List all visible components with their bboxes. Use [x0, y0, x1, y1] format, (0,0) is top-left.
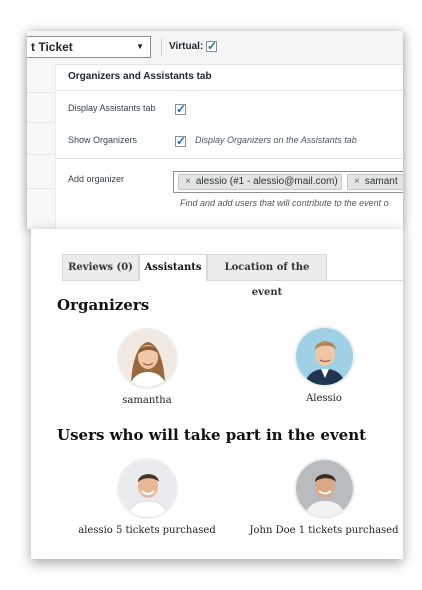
divider — [55, 158, 403, 159]
add-organizer-help: Find and add users that will contribute … — [180, 198, 389, 208]
tab-location[interactable]: Location of the event — [207, 254, 327, 298]
product-type-value: t Ticket — [31, 40, 73, 54]
display-assistants-checkbox[interactable]: ✓ — [175, 102, 187, 116]
virtual-checkbox[interactable]: ✓ — [206, 39, 218, 53]
participant-name: John Doe 1 tickets purchased — [249, 525, 399, 536]
tab-assistants[interactable]: Assistants — [139, 254, 207, 281]
product-data-header: t Ticket ▼ Virtual: ✓ — [27, 31, 403, 65]
product-type-select[interactable]: t Ticket ▼ — [27, 36, 151, 58]
add-organizer-label: Add organizer — [68, 174, 125, 184]
participants-heading: Users who will take part in the event — [57, 426, 367, 444]
participant-name: alessio 5 tickets purchased — [78, 525, 216, 536]
add-organizer-input[interactable]: × alessio (#1 - alessio@mail.com) × samant — [173, 171, 403, 193]
chevron-down-icon: ▼ — [136, 42, 144, 51]
remove-tag-icon[interactable]: × — [185, 176, 191, 187]
tab-reviews[interactable]: Reviews (0) — [62, 254, 139, 281]
organizer-name: Alessio — [306, 393, 342, 404]
remove-tag-icon[interactable]: × — [354, 176, 360, 187]
checkmark-icon: ✓ — [176, 134, 187, 148]
display-assistants-label: Display Assistants tab — [68, 103, 156, 113]
virtual-label: Virtual: — [169, 41, 204, 52]
man-avatar[interactable] — [296, 328, 353, 385]
show-organizers-description: Display Organizers on the Assistants tab — [195, 135, 357, 145]
woman-avatar[interactable] — [119, 330, 176, 387]
man-avatar[interactable] — [296, 460, 353, 517]
divider — [55, 90, 403, 91]
admin-product-panel: t Ticket ▼ Virtual: ✓ Organizers and Ass… — [27, 31, 403, 229]
checkmark-icon: ✓ — [207, 39, 218, 53]
event-tabs-panel: Reviews (0) Assistants Location of the e… — [31, 229, 403, 559]
organizer-tag[interactable]: × samant — [347, 174, 403, 190]
organizer-tag[interactable]: × alessio (#1 - alessio@mail.com) — [178, 174, 342, 190]
man-avatar[interactable] — [119, 460, 176, 517]
section-title: Organizers and Assistants tab — [68, 71, 212, 82]
show-organizers-label: Show Organizers — [68, 135, 138, 145]
show-organizers-checkbox[interactable]: ✓ — [175, 134, 187, 148]
organizer-name: samantha — [122, 395, 172, 406]
divider — [161, 39, 162, 56]
checkmark-icon: ✓ — [176, 102, 187, 116]
organizers-heading: Organizers — [57, 296, 150, 314]
product-data-tabs-sidebar — [27, 64, 56, 229]
